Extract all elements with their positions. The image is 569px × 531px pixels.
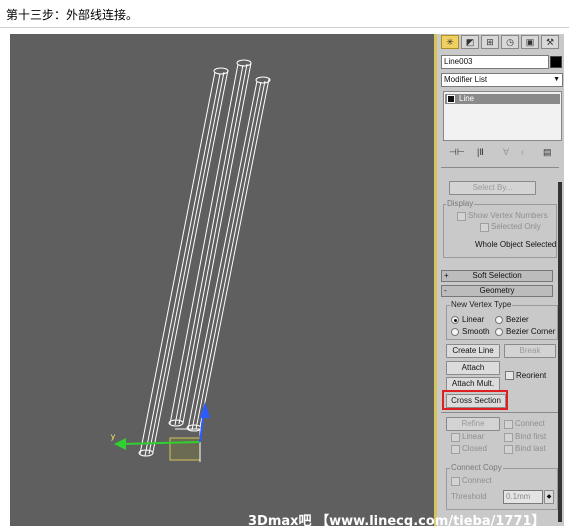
threshold-label: Threshold xyxy=(451,492,487,501)
modify-tab-icon[interactable]: ◩ xyxy=(461,35,479,49)
object-name-field[interactable]: Line003 xyxy=(441,55,549,69)
modifier-stack: Line xyxy=(443,91,562,141)
object-color-swatch[interactable] xyxy=(550,56,562,68)
cross-section-highlight xyxy=(442,390,508,410)
modifier-list-dropdown[interactable]: Modifier List ▼ xyxy=(441,73,563,87)
bezier-radio[interactable] xyxy=(495,316,503,324)
linear-checkbox-label: Linear xyxy=(462,432,485,441)
axis-y-label: y xyxy=(111,432,115,441)
geometry-label: Geometry xyxy=(479,286,515,295)
show-end-result-icon[interactable]: |Ⅱ xyxy=(477,147,484,158)
linear-radio[interactable] xyxy=(451,316,459,324)
tube-wireframe-right xyxy=(186,76,271,432)
soft-selection-rollout[interactable]: + Soft Selection xyxy=(441,270,553,282)
connect-copy-label: Connect Copy xyxy=(450,463,503,472)
attach-button[interactable]: Attach xyxy=(446,361,500,375)
geometry-rollout[interactable]: - Geometry xyxy=(441,285,553,297)
transform-gizmo[interactable] xyxy=(114,402,210,450)
utilities-tab-icon[interactable]: ⚒ xyxy=(541,35,559,49)
smooth-radio[interactable] xyxy=(451,328,459,336)
closed-label: Closed xyxy=(462,444,487,453)
hierarchy-tab-icon[interactable]: ⊞ xyxy=(481,35,499,49)
stack-tools: ⊣⊢ |Ⅱ ∀ ♁ ▤ xyxy=(443,147,561,159)
selected-only-checkbox[interactable] xyxy=(480,223,489,232)
chevron-down-icon: ▼ xyxy=(553,76,560,83)
selection-status-text: Whole Object Selected xyxy=(475,240,557,249)
new-vertex-type-label: New Vertex Type xyxy=(450,300,513,309)
step-caption: 第十三步：外部线连接。 xyxy=(6,8,139,22)
bezier-radio-label: Bezier xyxy=(506,315,529,324)
modifier-list-label: Modifier List xyxy=(444,75,488,84)
panel-divider xyxy=(441,167,559,168)
break-button[interactable]: Break xyxy=(504,344,556,358)
configure-modifier-sets-icon[interactable]: ▤ xyxy=(543,147,552,158)
perspective-viewport[interactable]: y xyxy=(10,34,434,526)
closed-checkbox[interactable] xyxy=(451,445,460,454)
display-group-label: Display xyxy=(446,199,475,208)
bezier-corner-radio-label: Bezier Corner xyxy=(506,327,556,336)
divider xyxy=(0,27,569,28)
select-by-button[interactable]: Select By... xyxy=(449,181,536,195)
show-vertex-numbers-label: Show Vertex Numbers xyxy=(468,211,548,220)
cross-section-outline xyxy=(169,428,201,462)
remove-modifier-icon[interactable]: ♁ xyxy=(519,147,526,157)
panel-scrollbar[interactable] xyxy=(558,182,562,522)
soft-selection-label: Soft Selection xyxy=(472,271,522,280)
connect-copy-checkbox-label: Connect xyxy=(462,476,492,485)
stack-item-label: Line xyxy=(459,94,475,103)
bind-first-checkbox[interactable] xyxy=(504,433,513,442)
threshold-spinner-icon[interactable]: ◆ xyxy=(544,490,554,504)
reorient-checkbox[interactable] xyxy=(505,371,514,380)
refine-button[interactable]: Refine xyxy=(446,417,500,431)
create-tab-icon[interactable]: ✳ xyxy=(441,35,459,49)
light-bulb-icon xyxy=(447,94,455,103)
bind-last-checkbox[interactable] xyxy=(504,445,513,454)
threshold-field[interactable]: 0.1mm xyxy=(503,490,543,504)
display-tab-icon[interactable]: ▣ xyxy=(521,35,539,49)
command-panel: ✳ ◩ ⊞ ◷ ▣ ⚒ Line003 Modifier List ▼ Line… xyxy=(437,34,564,526)
bind-first-label: Bind first xyxy=(515,432,547,441)
expand-icon: + xyxy=(444,271,449,280)
reorient-label: Reorient xyxy=(516,371,547,380)
pin-stack-icon[interactable]: ⊣⊢ xyxy=(449,147,465,158)
stack-item-line[interactable]: Line xyxy=(445,94,560,104)
watermark-text: 3Dmax吧 【www.linecg.com/tieba/1771】 xyxy=(248,514,545,526)
smooth-radio-label: Smooth xyxy=(462,327,490,336)
bezier-corner-radio[interactable] xyxy=(495,328,503,336)
selected-only-label: Selected Only xyxy=(491,222,541,231)
connect-label: Connect xyxy=(515,419,545,428)
linear-checkbox[interactable] xyxy=(451,433,460,442)
wireframe-scene: y xyxy=(111,59,271,462)
panel-divider xyxy=(441,412,559,413)
command-panel-tabs: ✳ ◩ ⊞ ◷ ▣ ⚒ xyxy=(441,34,564,49)
collapse-icon: - xyxy=(444,286,447,295)
max-screenshot: y ✳ ◩ ⊞ ◷ ▣ ⚒ Line003 Modifier List ▼ Li… xyxy=(10,34,564,526)
bind-last-label: Bind last xyxy=(515,444,546,453)
show-vertex-numbers-checkbox[interactable] xyxy=(457,212,466,221)
make-unique-icon[interactable]: ∀ xyxy=(503,147,509,158)
connect-checkbox[interactable] xyxy=(504,420,513,429)
linear-radio-label: Linear xyxy=(462,315,485,324)
connect-copy-checkbox[interactable] xyxy=(451,477,460,486)
motion-tab-icon[interactable]: ◷ xyxy=(501,35,519,49)
attach-mult-button[interactable]: Attach Mult. xyxy=(446,377,500,391)
create-line-button[interactable]: Create Line xyxy=(446,344,500,358)
